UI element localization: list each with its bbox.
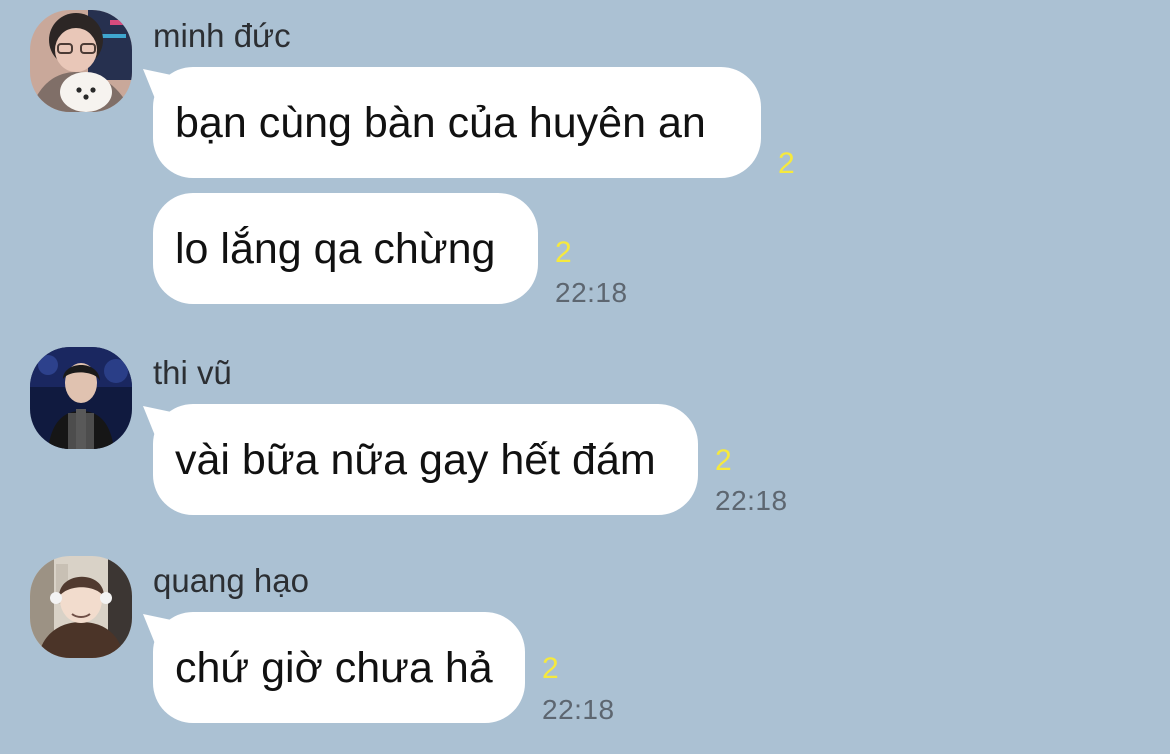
message-bubble[interactable]: lo lắng qa chừng — [153, 193, 538, 304]
message-bubble[interactable]: vài bữa nữa gay hết đám — [153, 404, 698, 515]
message-text: bạn cùng bàn của huyên an — [175, 98, 706, 147]
message-bubble[interactable]: bạn cùng bàn của huyên an — [153, 67, 761, 178]
message-timestamp: 22:18 — [555, 277, 628, 308]
sender-name: minh đức — [153, 17, 291, 54]
avatar-photo-icon — [30, 347, 132, 449]
chat-message-list: minh đức bạn cùng bàn của huyên an 2 lo … — [0, 0, 1170, 754]
message-text: vài bữa nữa gay hết đám — [175, 435, 656, 484]
message-bubble[interactable]: chứ giờ chưa hả — [153, 612, 525, 723]
sender-name: quang hạo — [153, 562, 309, 599]
sender-avatar-quang-hao[interactable] — [30, 556, 132, 658]
message-text: lo lắng qa chừng — [175, 224, 496, 273]
avatar-photo-icon — [30, 10, 132, 112]
sender-avatar-minh-duc[interactable] — [30, 10, 132, 112]
message-text: chứ giờ chưa hả — [175, 643, 493, 692]
unread-count: 2 — [555, 236, 572, 269]
unread-count: 2 — [715, 444, 732, 477]
message-timestamp: 22:18 — [715, 485, 788, 516]
sender-name: thi vũ — [153, 354, 232, 391]
unread-count: 2 — [778, 147, 795, 180]
message-timestamp: 22:18 — [542, 694, 615, 725]
avatar-photo-icon — [30, 556, 132, 658]
unread-count: 2 — [542, 652, 559, 685]
sender-avatar-thi-vu[interactable] — [30, 347, 132, 449]
